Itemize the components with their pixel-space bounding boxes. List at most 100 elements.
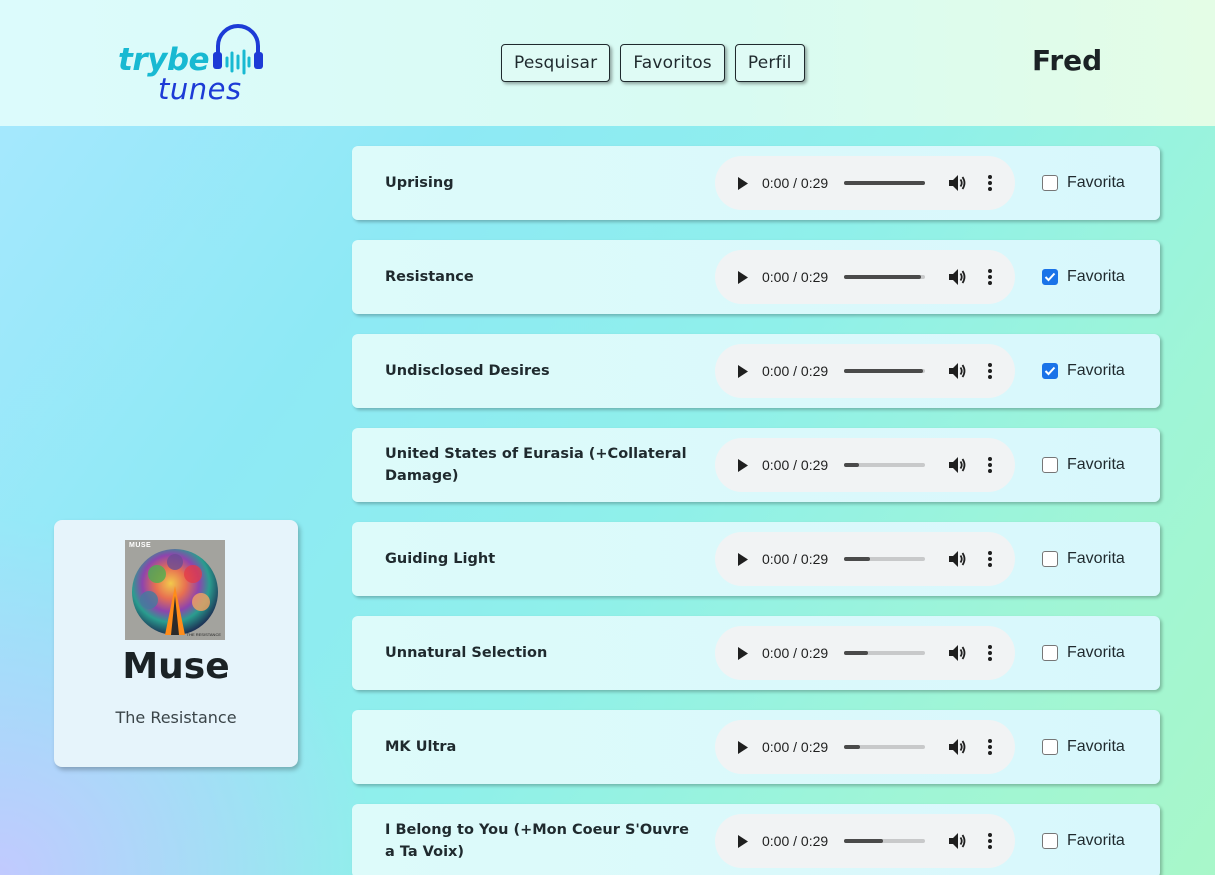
favorite-toggle[interactable]: Favorita: [1042, 334, 1125, 408]
favorite-toggle[interactable]: Favorita: [1042, 804, 1125, 875]
artist-name: Muse: [122, 646, 230, 687]
audio-player[interactable]: 0:00 / 0:29: [715, 814, 1015, 868]
favorite-checkbox[interactable]: [1042, 833, 1058, 849]
track-name: Undisclosed Desires: [385, 363, 550, 379]
seek-bar-fill: [844, 839, 883, 843]
album-cover-subtitle: THE RESISTANCE: [186, 632, 221, 637]
favorite-checkbox[interactable]: [1042, 363, 1058, 379]
track-name: MK Ultra: [385, 739, 457, 755]
volume-icon[interactable]: [949, 645, 967, 661]
favorite-label: Favorita: [1067, 362, 1125, 379]
favorite-toggle[interactable]: Favorita: [1042, 522, 1125, 596]
play-icon[interactable]: [737, 271, 749, 284]
more-options-icon[interactable]: [987, 833, 993, 849]
volume-icon[interactable]: [949, 833, 967, 849]
favorite-label: Favorita: [1067, 738, 1125, 755]
volume-icon[interactable]: [949, 457, 967, 473]
audio-player[interactable]: 0:00 / 0:29: [715, 438, 1015, 492]
audio-player[interactable]: 0:00 / 0:29: [715, 532, 1015, 586]
nav-search-link[interactable]: Pesquisar: [501, 44, 611, 82]
play-icon[interactable]: [737, 835, 749, 848]
volume-icon[interactable]: [949, 269, 967, 285]
play-icon[interactable]: [737, 741, 749, 754]
play-icon[interactable]: [737, 177, 749, 190]
favorite-label: Favorita: [1067, 832, 1125, 849]
track-name: Resistance: [385, 269, 474, 285]
check-icon: [1044, 366, 1056, 376]
volume-icon[interactable]: [949, 551, 967, 567]
seek-bar-fill: [844, 463, 859, 467]
favorite-toggle[interactable]: Favorita: [1042, 240, 1125, 314]
track-name: United States of Eurasia (+Collateral Da…: [385, 446, 687, 484]
audio-player[interactable]: 0:00 / 0:29: [715, 344, 1015, 398]
favorite-checkbox[interactable]: [1042, 645, 1058, 661]
track-row: MK Ultra 0:00 / 0:29 Favorita: [352, 710, 1160, 784]
player-time: 0:00 / 0:29: [762, 739, 829, 755]
track-name: Unnatural Selection: [385, 645, 548, 661]
seek-bar-fill: [844, 275, 921, 279]
album-cover-brand: MUSE: [129, 542, 152, 549]
audio-player[interactable]: 0:00 / 0:29: [715, 720, 1015, 774]
more-options-icon[interactable]: [987, 363, 993, 379]
main-nav: Pesquisar Favoritos Perfil: [501, 44, 805, 82]
more-options-icon[interactable]: [987, 645, 993, 661]
seek-bar[interactable]: [844, 839, 925, 843]
seek-bar[interactable]: [844, 463, 925, 467]
play-icon[interactable]: [737, 647, 749, 660]
logo-word-tunes: tunes: [158, 72, 242, 106]
seek-bar[interactable]: [844, 745, 925, 749]
track-row: Undisclosed Desires 0:00 / 0:29 Favorita: [352, 334, 1160, 408]
more-options-icon[interactable]: [987, 551, 993, 567]
favorite-toggle[interactable]: Favorita: [1042, 428, 1125, 502]
favorite-toggle[interactable]: Favorita: [1042, 146, 1125, 220]
nav-favorites-link[interactable]: Favoritos: [620, 44, 725, 82]
player-time: 0:00 / 0:29: [762, 269, 829, 285]
favorite-checkbox[interactable]: [1042, 175, 1058, 191]
favorite-label: Favorita: [1067, 644, 1125, 661]
volume-icon[interactable]: [949, 175, 967, 191]
more-options-icon[interactable]: [987, 269, 993, 285]
volume-icon[interactable]: [949, 739, 967, 755]
favorite-label: Favorita: [1067, 174, 1125, 191]
seek-bar-fill: [844, 651, 869, 655]
nav-profile-link[interactable]: Perfil: [734, 44, 805, 82]
seek-bar[interactable]: [844, 651, 925, 655]
app-header: trybe tunes Pesquisar Favoritos Perfil F…: [0, 0, 1215, 126]
player-time: 0:00 / 0:29: [762, 457, 829, 473]
track-row: Resistance 0:00 / 0:29 Favorita: [352, 240, 1160, 314]
album-title: The Resistance: [115, 708, 237, 727]
track-row: I Belong to You (+Mon Coeur S'Ouvre a Ta…: [352, 804, 1160, 875]
track-name: I Belong to You (+Mon Coeur S'Ouvre a Ta…: [385, 822, 689, 860]
seek-bar[interactable]: [844, 369, 925, 373]
trybe-tunes-logo[interactable]: trybe tunes: [118, 20, 268, 106]
favorite-checkbox[interactable]: [1042, 269, 1058, 285]
favorite-label: Favorita: [1067, 456, 1125, 473]
seek-bar[interactable]: [844, 181, 925, 185]
favorite-checkbox[interactable]: [1042, 739, 1058, 755]
track-name: Guiding Light: [385, 551, 496, 567]
seek-bar[interactable]: [844, 557, 925, 561]
favorite-checkbox[interactable]: [1042, 551, 1058, 567]
audio-player[interactable]: 0:00 / 0:29: [715, 626, 1015, 680]
volume-icon[interactable]: [949, 363, 967, 379]
audio-player[interactable]: 0:00 / 0:29: [715, 156, 1015, 210]
play-icon[interactable]: [737, 459, 749, 472]
seek-bar-fill: [844, 557, 870, 561]
track-row: Unnatural Selection 0:00 / 0:29 Favorita: [352, 616, 1160, 690]
favorite-label: Favorita: [1067, 268, 1125, 285]
play-icon[interactable]: [737, 365, 749, 378]
seek-bar[interactable]: [844, 275, 925, 279]
favorite-checkbox[interactable]: [1042, 457, 1058, 473]
more-options-icon[interactable]: [987, 739, 993, 755]
play-icon[interactable]: [737, 553, 749, 566]
player-time: 0:00 / 0:29: [762, 363, 829, 379]
player-time: 0:00 / 0:29: [762, 175, 829, 191]
player-time: 0:00 / 0:29: [762, 645, 829, 661]
favorite-toggle[interactable]: Favorita: [1042, 710, 1125, 784]
favorite-toggle[interactable]: Favorita: [1042, 616, 1125, 690]
seek-bar-fill: [844, 181, 925, 185]
audio-player[interactable]: 0:00 / 0:29: [715, 250, 1015, 304]
more-options-icon[interactable]: [987, 457, 993, 473]
more-options-icon[interactable]: [987, 175, 993, 191]
album-cover-image: MUSE THE RESISTANCE: [125, 540, 225, 640]
